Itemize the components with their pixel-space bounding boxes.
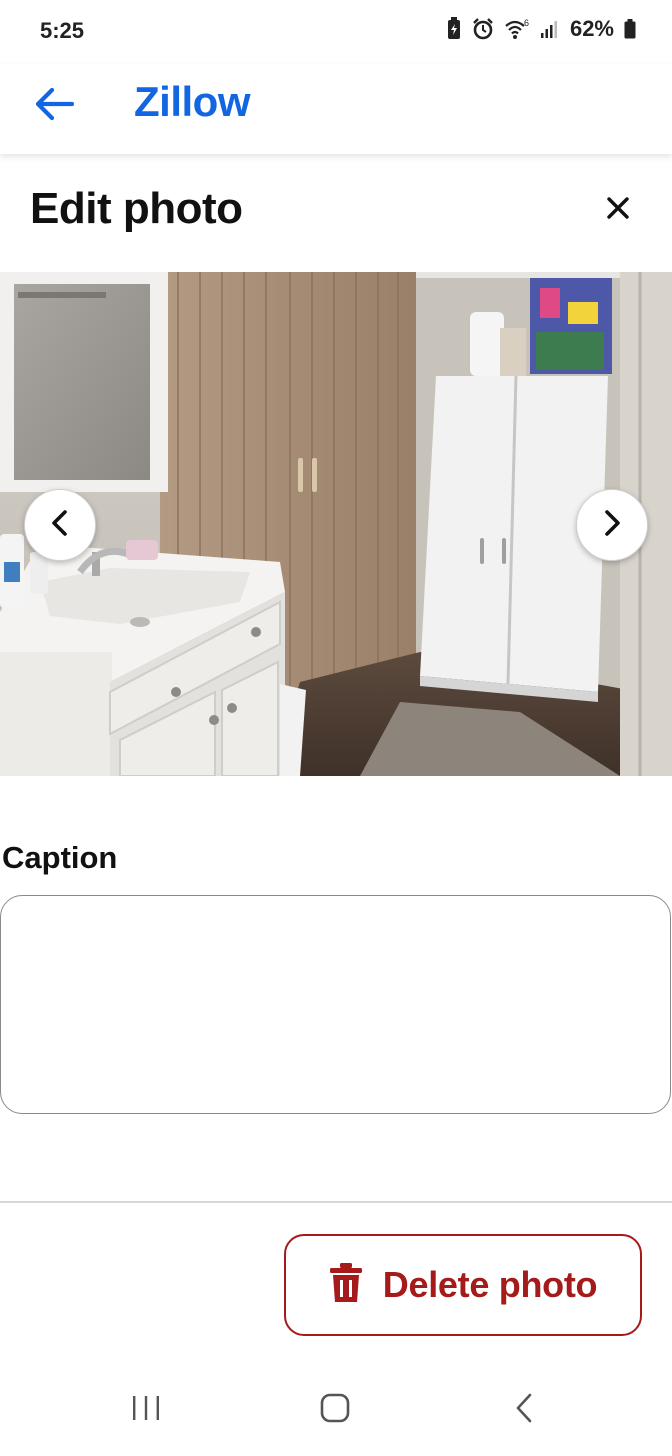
chevron-right-icon: [602, 509, 622, 541]
home-icon: [320, 1393, 350, 1428]
battery-saver-icon: [446, 17, 462, 41]
chevron-left-icon: [50, 509, 70, 541]
recents-icon: [131, 1394, 161, 1427]
status-bar: 5:25 6 62%: [0, 0, 672, 64]
system-back-button[interactable]: [500, 1390, 548, 1430]
close-button[interactable]: [598, 190, 638, 230]
status-icons: 6 62%: [446, 16, 636, 42]
photo-viewer: [0, 272, 672, 776]
listing-photo: [0, 272, 672, 776]
page-title: Edit photo: [30, 184, 243, 233]
close-icon: [607, 196, 629, 224]
back-icon: [514, 1393, 534, 1428]
delete-photo-label: Delete photo: [382, 1264, 598, 1305]
caption-input[interactable]: [0, 895, 671, 1114]
arrow-left-icon: [34, 87, 75, 126]
system-navigation-bar: [0, 1366, 672, 1456]
home-button[interactable]: [311, 1390, 359, 1430]
alarm-icon: [472, 18, 494, 40]
next-photo-button[interactable]: [576, 489, 648, 561]
wifi-icon: 6: [504, 18, 530, 40]
app-header: Zillow: [0, 64, 672, 154]
svg-text:6: 6: [524, 18, 529, 28]
brand-title: Zillow: [134, 78, 251, 125]
battery-icon: [624, 19, 636, 39]
back-button[interactable]: [30, 82, 78, 130]
title-row: Edit photo: [0, 154, 672, 272]
battery-percent: 62%: [569, 16, 614, 41]
recents-button[interactable]: [122, 1390, 170, 1430]
previous-photo-button[interactable]: [24, 489, 96, 561]
trash-icon: [329, 1262, 363, 1308]
status-time: 5:25: [40, 18, 85, 43]
signal-icon: [540, 19, 560, 39]
delete-photo-button[interactable]: Delete photo: [284, 1234, 642, 1336]
caption-label: Caption: [2, 840, 118, 875]
footer-divider: [0, 1201, 672, 1203]
